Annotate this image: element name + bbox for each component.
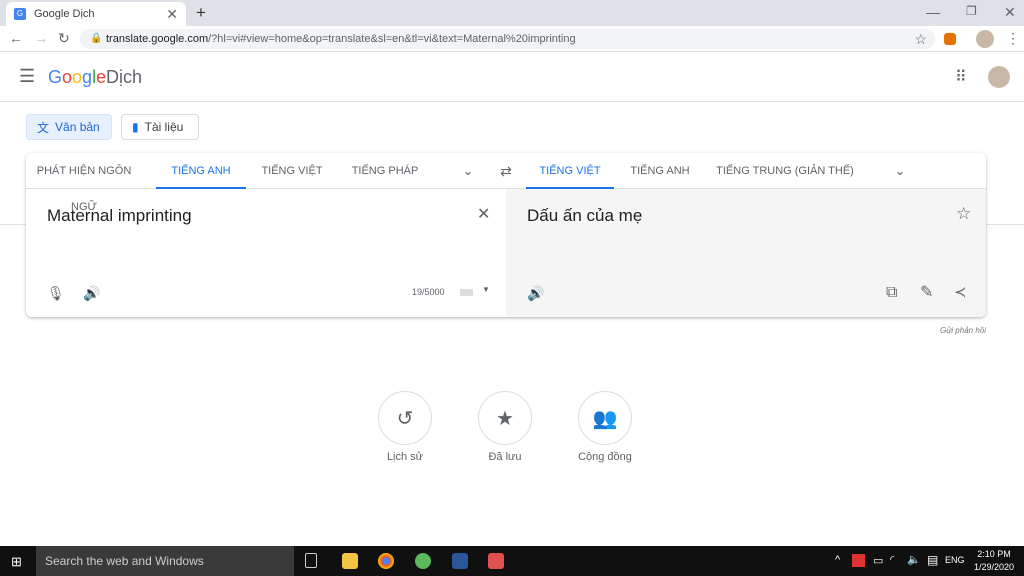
- google-logo[interactable]: Google: [48, 67, 106, 88]
- input-tools-dropdown-icon[interactable]: ▼: [482, 285, 490, 294]
- translate-card: PHÁT HIỆN NGÔN NGỮ TIẾNG ANH TIẾNG VIỆT …: [26, 153, 986, 317]
- forward-icon[interactable]: →: [34, 31, 48, 45]
- apps-grid-icon[interactable]: ⠿: [955, 67, 967, 87]
- file-explorer-icon[interactable]: [342, 553, 358, 569]
- clock-date[interactable]: 1/29/2020: [972, 562, 1016, 572]
- translate-favicon-icon: G: [14, 8, 26, 20]
- edit-pencil-icon[interactable]: ✎: [920, 285, 933, 301]
- network-icon[interactable]: ▭: [873, 554, 883, 567]
- tab-title: Google Dịch: [34, 8, 95, 20]
- minimize-icon[interactable]: —: [926, 5, 940, 19]
- back-icon[interactable]: ←: [9, 31, 23, 45]
- taskbar-search[interactable]: Search the web and Windows: [36, 546, 294, 576]
- app-header: ☰ Google Dịch ⠿: [0, 52, 1024, 102]
- target-lang-english[interactable]: TIẾNG ANH: [622, 153, 698, 189]
- url-path: /?hl=vi#view=home&op=translate&sl=en&tl=…: [208, 33, 576, 45]
- windows-taskbar: ⊞ Search the web and Windows ^ ▭ ◜ 🔈 ▤ E…: [0, 546, 1024, 576]
- volume-muted-icon[interactable]: 🔈: [907, 553, 921, 566]
- translation-text: Dấu ấn của mẹ: [527, 206, 643, 225]
- tab-bar: G Google Dịch ✕ + — ❐ ✕: [0, 0, 1024, 26]
- account-avatar[interactable]: [988, 66, 1010, 88]
- profile-avatar[interactable]: [976, 30, 994, 48]
- menu-kebab-icon[interactable]: ⋮: [1006, 31, 1020, 45]
- text-mode-button[interactable]: 文 Văn bản: [26, 114, 112, 140]
- address-bar-row: ← → ↻ 🔒 translate.google.com/?hl=vi#view…: [0, 26, 1024, 52]
- send-feedback-link[interactable]: Gửi phản hồi: [900, 326, 986, 335]
- saved-label: Đã lưu: [488, 451, 522, 463]
- close-tab-icon[interactable]: ✕: [166, 7, 178, 21]
- source-lang-french[interactable]: TIẾNG PHÁP: [342, 153, 428, 189]
- lock-icon: 🔒: [90, 33, 103, 44]
- new-tab-icon[interactable]: +: [196, 4, 206, 21]
- windows-start-icon[interactable]: ⊞: [11, 554, 22, 570]
- star-icon: ★: [496, 407, 514, 430]
- input-language[interactable]: ENG: [945, 555, 965, 565]
- source-lang-detect[interactable]: PHÁT HIỆN NGÔN NGỮ: [26, 153, 142, 213]
- app-icon[interactable]: [488, 553, 504, 569]
- coccoc-icon[interactable]: [415, 553, 431, 569]
- clear-text-icon[interactable]: ✕: [477, 207, 490, 223]
- community-button[interactable]: 👥: [578, 391, 632, 445]
- clock-time[interactable]: 2:10 PM: [974, 549, 1014, 559]
- restore-icon[interactable]: ❐: [966, 5, 977, 17]
- app-title: Dịch: [106, 67, 143, 87]
- history-icon: ↺: [396, 407, 414, 430]
- translate-icon: 文: [37, 120, 50, 135]
- url-host: translate.google.com: [106, 33, 209, 45]
- keyboard-icon[interactable]: [460, 289, 473, 296]
- microphone-icon[interactable]: 🎙: [47, 286, 65, 300]
- vietkey-icon[interactable]: [852, 554, 865, 567]
- target-lang-vietnamese[interactable]: TIẾNG VIỆT: [526, 153, 614, 189]
- bookmark-star-icon[interactable]: ☆: [914, 32, 927, 46]
- reload-icon[interactable]: ↻: [58, 31, 70, 45]
- copy-icon[interactable]: ⧉: [886, 285, 897, 301]
- chrome-icon[interactable]: [378, 553, 394, 569]
- translation-panel: Dấu ấn của mẹ ☆ 🔊 ⧉ ✎ ≺: [506, 189, 986, 317]
- share-icon[interactable]: ≺: [954, 285, 967, 300]
- target-lang-chinese[interactable]: TIẾNG TRUNG (GIẢN THỂ): [710, 153, 860, 189]
- documents-mode-button[interactable]: ▮ Tài liệu: [121, 114, 199, 140]
- swap-languages-icon[interactable]: ⇄: [494, 153, 518, 189]
- source-lang-more-chevron-icon[interactable]: ⌄: [456, 153, 480, 189]
- url-input[interactable]: 🔒 translate.google.com/?hl=vi#view=home&…: [80, 29, 935, 49]
- word-icon[interactable]: [452, 553, 468, 569]
- source-lang-english[interactable]: TIẾNG ANH: [156, 153, 246, 189]
- tray-chevron-icon[interactable]: ^: [835, 554, 840, 566]
- community-label: Cộng đồng: [578, 451, 632, 463]
- hamburger-menu-icon[interactable]: ☰: [19, 66, 35, 87]
- saved-button[interactable]: ★: [478, 391, 532, 445]
- close-window-icon[interactable]: ✕: [1004, 5, 1016, 19]
- task-view-icon[interactable]: [305, 553, 317, 568]
- history-button[interactable]: ↺: [378, 391, 432, 445]
- character-count: 19/5000: [412, 287, 445, 297]
- notification-icon[interactable]: ▤: [927, 553, 938, 567]
- community-icon: 👥: [592, 407, 618, 430]
- save-star-icon[interactable]: ☆: [956, 205, 971, 222]
- document-icon: ▮: [132, 120, 139, 134]
- target-speaker-icon[interactable]: 🔊: [527, 286, 544, 300]
- source-speaker-icon[interactable]: 🔊: [83, 286, 100, 300]
- browser-tab[interactable]: G Google Dịch ✕: [6, 2, 186, 26]
- history-label: Lịch sử: [386, 451, 424, 463]
- wifi-icon[interactable]: ◜: [890, 553, 894, 566]
- source-text-input[interactable]: Maternal imprinting: [47, 206, 192, 226]
- target-lang-more-chevron-icon[interactable]: ⌄: [888, 153, 912, 189]
- extension-icon[interactable]: [944, 33, 956, 45]
- source-lang-vietnamese[interactable]: TIẾNG VIỆT: [252, 153, 332, 189]
